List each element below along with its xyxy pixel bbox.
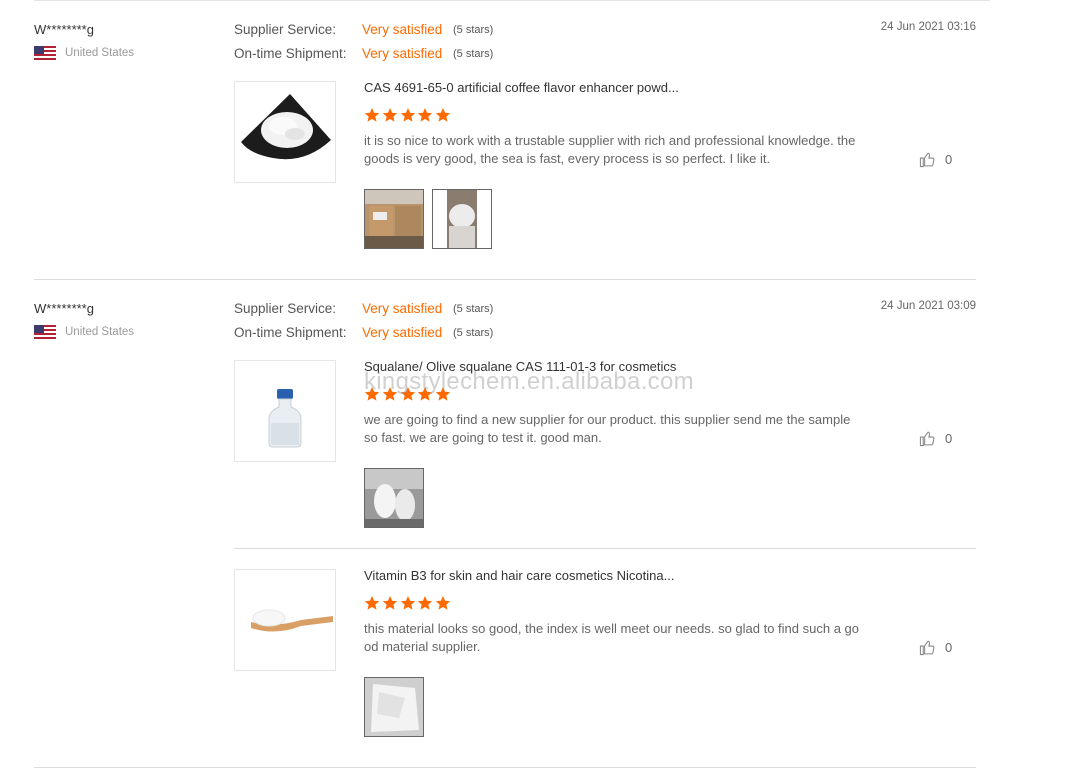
review-photo[interactable] [364,189,424,249]
us-flag-icon [34,46,56,60]
product-title-link[interactable]: Squalane/ Olive squalane CAS 111-01-3 fo… [364,359,676,374]
review-comment: it is so nice to work with a trustable s… [364,133,856,166]
like-count: 0 [945,152,953,167]
review-photo[interactable] [364,468,424,528]
country-label: United States [65,47,135,59]
star-icon [364,596,380,610]
review-divider [34,279,976,280]
us-flag-icon [34,325,56,339]
product-title-link[interactable]: Vitamin B3 for skin and hair care cosmet… [364,568,674,583]
star-icon [400,387,415,401]
item-divider [234,548,976,549]
star-icon [382,387,397,401]
review-photo[interactable] [364,677,424,737]
star-icon [364,387,380,401]
star-icon [400,596,415,610]
like-button[interactable]: 0 [919,151,952,168]
star-icon [364,108,380,122]
product-rating-stars [364,595,453,611]
country-label: United States [65,326,135,338]
star-icon [382,108,397,122]
rating-value-supplier-service: Very satisfied [362,22,443,37]
star-icon [418,387,433,401]
star-icon [418,596,433,610]
rating-value-on-time-shipment: Very satisfied [362,46,443,61]
reviewer-country: United States [34,325,134,339]
reviewer-name: W********g [34,301,94,316]
star-icon [382,596,397,610]
product-rating-stars [364,107,453,123]
review-date: 24 Jun 2021 03:16 [880,21,976,33]
product-rating-stars [364,386,453,402]
product-thumbnail[interactable] [234,81,336,183]
rating-value-supplier-service: Very satisfied [362,301,443,316]
review-comment: we are going to find a new supplier for … [364,412,851,445]
like-button[interactable]: 0 [919,430,952,447]
rating-value-on-time-shipment: Very satisfied [362,325,443,340]
rating-label-on-time-shipment: On-time Shipment: [234,46,347,61]
rating-stars-supplier-service: (5 stars) [453,24,494,36]
reviewer-name: W********g [34,22,94,37]
star-icon [400,108,415,122]
rating-label-on-time-shipment: On-time Shipment: [234,325,347,340]
thumbs-up-icon [919,152,935,168]
star-icon [418,108,433,122]
thumbs-up-icon [919,431,935,447]
product-thumbnail[interactable] [234,569,336,671]
reviewer-country: United States [34,46,134,60]
rating-stars-on-time-shipment: (5 stars) [453,327,494,339]
like-button[interactable]: 0 [919,639,952,656]
review-photo[interactable] [432,189,492,249]
star-icon [435,108,451,122]
rating-stars-supplier-service: (5 stars) [453,303,494,315]
star-icon [435,387,451,401]
like-count: 0 [945,431,953,446]
rating-label-supplier-service: Supplier Service: [234,301,337,316]
rating-stars-on-time-shipment: (5 stars) [453,48,494,60]
review-comment: this material looks so good, the index i… [364,621,860,654]
thumbs-up-icon [919,640,935,656]
star-icon [435,596,451,610]
product-thumbnail[interactable] [234,360,336,462]
product-title-link[interactable]: CAS 4691-65-0 artificial coffee flavor e… [364,80,679,95]
rating-label-supplier-service: Supplier Service: [234,22,337,37]
like-count: 0 [945,640,953,655]
review-date: 24 Jun 2021 03:09 [880,300,976,312]
top-divider [34,0,990,1]
